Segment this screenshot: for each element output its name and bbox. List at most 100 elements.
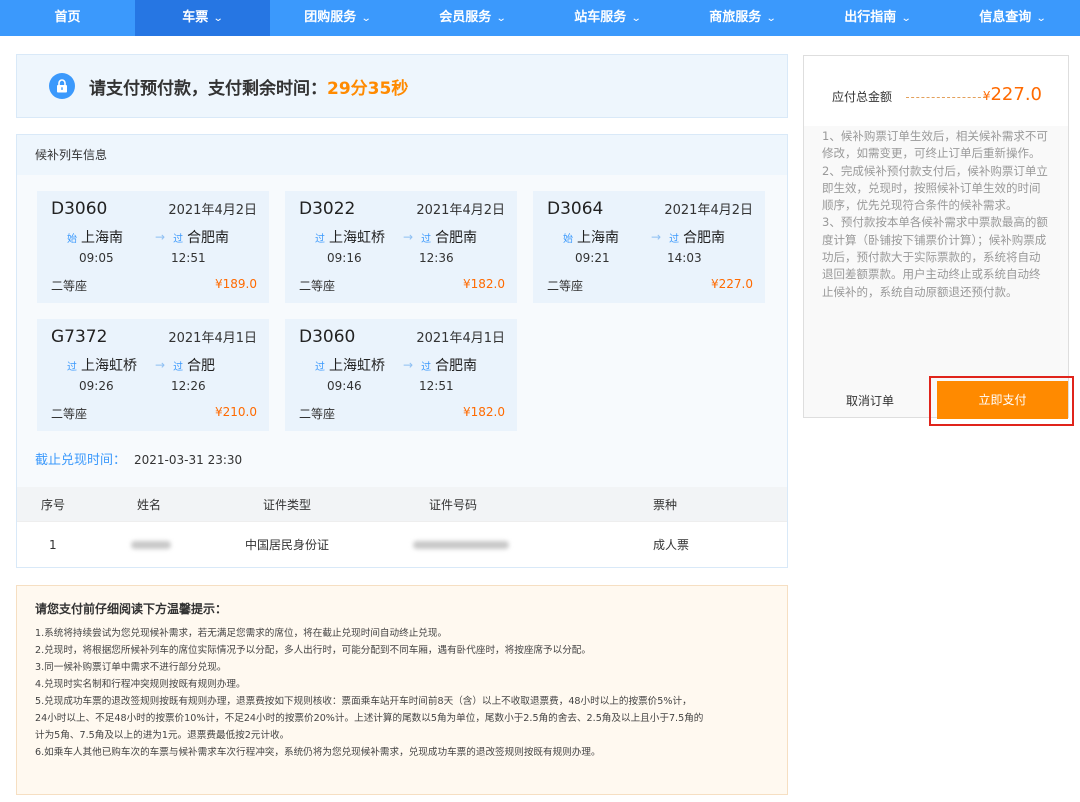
route: 始上海南 → 过合肥南	[51, 227, 257, 247]
notice-line: 4.兑现时实名制和行程冲突规则按既有规则办理。	[35, 679, 246, 690]
notice-title: 请您支付前仔细阅读下方温馨提示：	[35, 602, 228, 616]
from-tag: 始	[67, 233, 77, 245]
train-code: D3064	[547, 199, 604, 219]
payment-summary: 应付总金额 ¥227.0 1、候补购票订单生效后，相关候补需求不可修改，如需变更…	[803, 55, 1069, 418]
nav-item-6[interactable]: 出行指南 ⌄	[810, 0, 945, 36]
nav-item-0[interactable]: 首页	[0, 0, 135, 36]
payment-prompt: 请支付预付款，支付剩余时间：	[89, 78, 327, 99]
payment-banner: 请支付预付款，支付剩余时间： 29分35秒	[16, 54, 788, 118]
train-code: D3022	[299, 199, 356, 219]
lock-icon	[49, 73, 75, 99]
to-station: 合肥南	[187, 230, 230, 246]
from-tag: 过	[67, 361, 77, 373]
to-tag: 过	[173, 233, 184, 245]
from-station: 上海虹桥	[329, 358, 385, 374]
nav-item-4[interactable]: 站车服务 ⌄	[540, 0, 675, 36]
col-ticket-type: 票种	[653, 497, 678, 512]
card-header: G7372 2021年4月1日	[51, 327, 257, 347]
nav-item-label: 车票	[182, 10, 209, 25]
col-name: 姓名	[137, 497, 162, 512]
arrive-time: 14:03	[667, 251, 702, 265]
notice-line: 3.同一候补购票订单中需求不进行部分兑现。	[35, 662, 227, 673]
total-amount: 应付总金额 ¥227.0	[804, 56, 1068, 126]
nav-item-label: 信息查询	[979, 10, 1032, 25]
times: 09:46 12:51	[299, 379, 505, 393]
depart-time: 09:46	[327, 379, 362, 393]
rule-item: 3、预付款按本单各候补需求中票款最高的额度计算（卧铺按下铺票价计算）；候补购票成…	[822, 215, 1048, 299]
seat-price: 二等座 ¥227.0	[547, 277, 753, 294]
ticket-price: ¥227.0	[711, 277, 753, 291]
train-code: D3060	[51, 199, 108, 219]
arrow-icon: →	[403, 358, 414, 372]
card-header: D3022 2021年4月2日	[299, 199, 505, 219]
arrive-time: 12:36	[419, 251, 454, 265]
pay-now-button[interactable]: 立即支付	[937, 381, 1068, 419]
depart-time: 09:21	[575, 251, 610, 265]
nav-item-1[interactable]: 车票 ⌄	[135, 0, 270, 36]
seat-class: 二等座	[299, 279, 336, 293]
from-station: 上海虹桥	[81, 358, 137, 374]
card-header: D3060 2021年4月1日	[299, 327, 505, 347]
arrow-icon: →	[403, 230, 414, 244]
rules-text: 1、候补购票订单生效后，相关候补需求不可修改，如需变更，可终止订单后重新操作。 2…	[822, 128, 1050, 301]
to-station: 合肥南	[435, 358, 478, 374]
notice-box: 请您支付前仔细阅读下方温馨提示： 1.系统将持续尝试为您兑现候补需求，若无满足您…	[16, 585, 788, 795]
row-ticket-type: 成人票	[653, 538, 690, 552]
from-tag: 过	[315, 233, 325, 245]
seat-class: 二等座	[51, 279, 88, 293]
nav-item-label: 站车服务	[574, 10, 627, 25]
remaining-time: 29分35秒	[327, 78, 409, 99]
to-tag: 过	[421, 361, 432, 373]
train-code: D3060	[299, 327, 356, 347]
to-tag: 过	[173, 361, 184, 373]
seat-price: 二等座 ¥182.0	[299, 277, 505, 294]
seat-class: 二等座	[547, 279, 584, 293]
top-nav: 首页 车票 ⌄ 团购服务 ⌄ 会员服务 ⌄ 站车服务 ⌄ 商旅服务 ⌄ 出行指南 ⌄ 信息查询 ⌄	[0, 0, 1080, 36]
nav-item-5[interactable]: 商旅服务 ⌄	[675, 0, 810, 36]
nav-item-7[interactable]: 信息查询 ⌄	[945, 0, 1080, 36]
nav-item-3[interactable]: 会员服务 ⌄	[405, 0, 540, 36]
chevron-down-icon: ⌄	[496, 13, 507, 24]
deadline-label: 截止兑现时间：	[35, 453, 127, 468]
to-tag: 过	[421, 233, 432, 245]
train-code: G7372	[51, 327, 108, 347]
col-id-type: 证件类型	[263, 497, 312, 512]
train-card: D3022 2021年4月2日过上海虹桥 → 过合肥南 09:16 12:36 二等座 ¥18…	[285, 191, 517, 303]
arrive-time: 12:51	[419, 379, 454, 393]
from-station: 上海南	[577, 230, 619, 246]
ticket-price: ¥189.0	[215, 277, 257, 291]
table-header: 序号 姓名 证件类型 证件号码 票种	[17, 487, 787, 521]
train-info-panel: 候补列车信息 D3060 2021年4月2日始上海南 → 过合肥南 09:05 12:51…	[16, 134, 788, 568]
from-tag: 过	[315, 361, 325, 373]
to-tag: 过	[669, 233, 680, 245]
from-tag: 始	[563, 233, 573, 245]
nav-item-2[interactable]: 团购服务 ⌄	[270, 0, 405, 36]
nav-item-label: 商旅服务	[709, 10, 762, 25]
to-station: 合肥南	[683, 230, 726, 246]
seat-class: 二等座	[51, 407, 88, 421]
train-card: D3060 2021年4月1日过上海虹桥 → 过合肥南 09:46 12:51 二等座 ¥18…	[285, 319, 517, 431]
from-station: 上海虹桥	[329, 230, 385, 246]
route: 过上海虹桥 → 过合肥南	[299, 355, 505, 375]
passenger-table: 序号 姓名 证件类型 证件号码 票种 1 中国居民身份证 成人票	[17, 487, 787, 567]
arrow-icon: →	[155, 230, 166, 244]
chevron-down-icon: ⌄	[766, 13, 777, 24]
times: 09:26 12:26	[51, 379, 257, 393]
row-id-type: 中国居民身份证	[245, 538, 330, 552]
notice-line: 计为5角、7.5角及以上的进为1元。退票费最低按2元计收。	[35, 730, 290, 741]
route: 过上海虹桥 → 过合肥南	[299, 227, 505, 247]
deadline: 截止兑现时间： 2021-03-31 23:30	[35, 449, 242, 468]
to-station: 合肥	[187, 358, 216, 374]
ticket-price: ¥210.0	[215, 405, 257, 419]
times: 09:21 14:03	[547, 251, 753, 265]
seat-class: 二等座	[299, 407, 336, 421]
train-date: 2021年4月1日	[416, 331, 505, 346]
train-date: 2021年4月2日	[168, 203, 257, 218]
cancel-order-button[interactable]: 取消订单	[804, 384, 936, 418]
nav-item-label: 团购服务	[304, 10, 357, 25]
depart-time: 09:05	[79, 251, 114, 265]
table-row: 1 中国居民身份证 成人票	[17, 521, 787, 567]
times: 09:05 12:51	[51, 251, 257, 265]
total-label: 应付总金额	[832, 90, 893, 104]
train-cards: D3060 2021年4月2日始上海南 → 过合肥南 09:05 12:51 二等座 ¥189…	[17, 175, 787, 521]
